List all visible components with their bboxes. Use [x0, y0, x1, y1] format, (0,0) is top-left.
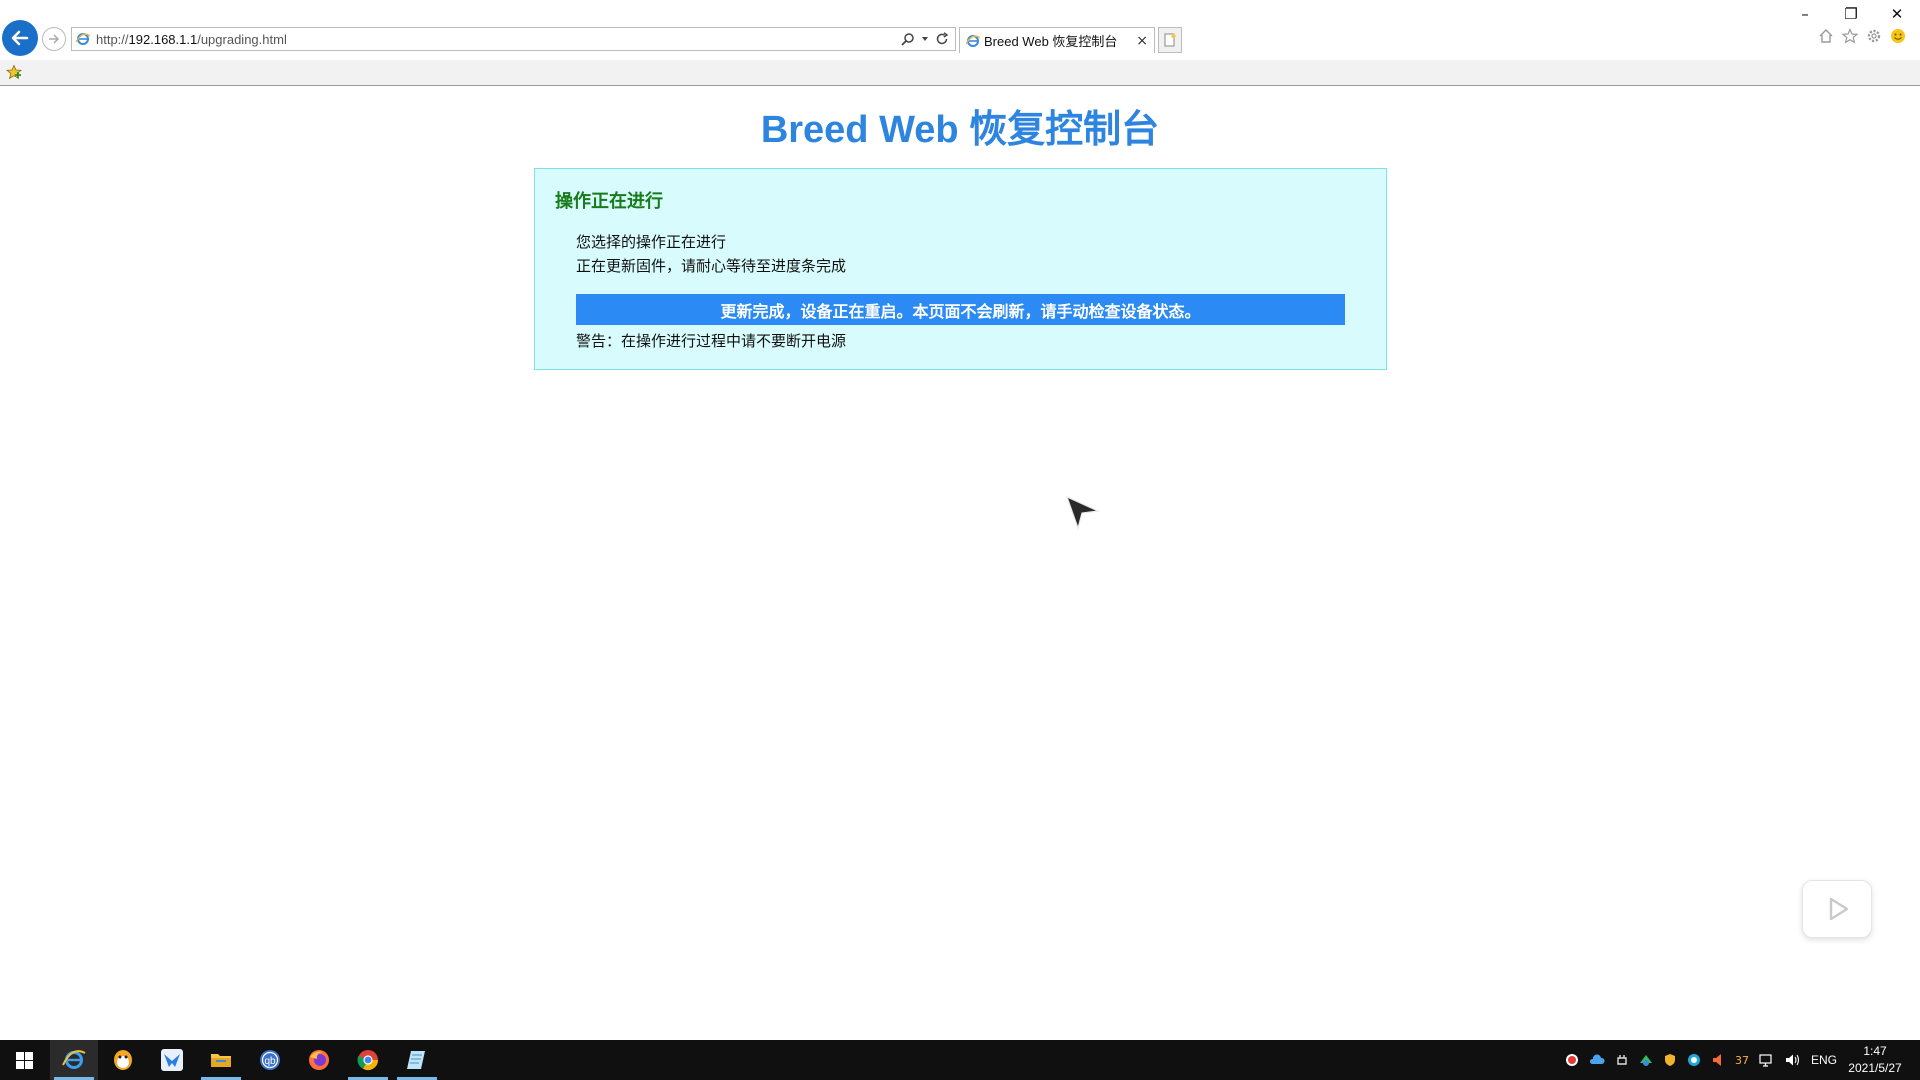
add-favorites-icon[interactable]	[6, 64, 22, 80]
search-icon[interactable]	[901, 32, 915, 46]
close-button[interactable]: ✕	[1874, 0, 1920, 28]
taskbar-app-qq[interactable]	[99, 1040, 147, 1080]
url-text[interactable]: http://192.168.1.1/upgrading.html	[96, 32, 901, 47]
qq-penguin-icon	[114, 1050, 132, 1070]
progress-bar: 更新完成，设备正在重启。本页面不会刷新，请手动检查设备状态。	[576, 294, 1345, 325]
new-tab-button[interactable]	[1158, 27, 1182, 53]
forward-button[interactable]	[42, 27, 66, 51]
ie-page-icon	[76, 33, 90, 45]
plugin-icon[interactable]	[1615, 1053, 1629, 1067]
xunlei-bird-icon	[161, 1049, 183, 1071]
new-tab-icon	[1164, 33, 1176, 47]
qbittorrent-icon: qb	[260, 1050, 280, 1070]
language-indicator[interactable]: ENG	[1811, 1053, 1837, 1067]
cloud-sync-icon[interactable]	[1589, 1053, 1605, 1067]
record-icon[interactable]	[1565, 1053, 1579, 1067]
arrow-left-icon	[11, 30, 29, 46]
folder-icon	[211, 1054, 231, 1067]
browser-command-icons	[1818, 28, 1906, 44]
arrow-right-icon	[49, 34, 60, 44]
operation-panel: 操作正在进行 您选择的操作正在进行 正在更新固件，请耐心等待至进度条完成 更新完…	[534, 168, 1387, 370]
url-path: /upgrading.html	[197, 31, 287, 47]
floating-play-button[interactable]	[1802, 880, 1872, 938]
windows-logo-icon	[15, 1051, 33, 1069]
tab-close-button[interactable]: ×	[1136, 33, 1148, 49]
notepad-icon	[407, 1051, 425, 1069]
speaker-app-icon[interactable]	[1711, 1053, 1725, 1067]
restore-button[interactable]: ❐	[1828, 0, 1874, 28]
taskbar-app-qbittorrent[interactable]: qb	[246, 1040, 294, 1080]
gear-icon[interactable]	[1866, 28, 1882, 44]
taskbar-app-firefox[interactable]	[295, 1040, 343, 1080]
system-tray: 37 ENG	[1565, 1040, 1837, 1080]
taskbar-app-notepad[interactable]	[393, 1040, 441, 1080]
operation-status-text: 您选择的操作正在进行	[576, 234, 727, 251]
internet-explorer-icon	[62, 1050, 86, 1069]
home-icon[interactable]	[1818, 28, 1834, 44]
refresh-icon[interactable]	[935, 32, 949, 46]
back-button[interactable]	[2, 20, 38, 56]
svg-text:qb: qb	[264, 1056, 276, 1067]
play-icon	[1829, 897, 1849, 921]
firefox-icon	[309, 1050, 329, 1070]
taskbar-app-xunlei[interactable]	[148, 1040, 196, 1080]
taskbar-app-file-explorer[interactable]	[197, 1040, 245, 1080]
window-controls: – ❐ ✕	[1782, 0, 1920, 28]
address-bar[interactable]: http://192.168.1.1/upgrading.html	[71, 27, 956, 51]
taskbar: qb 37 ENG 1:47 2021/5/27	[0, 1040, 1920, 1080]
url-scheme: http://	[96, 31, 129, 47]
tray-badge-count: 37	[1735, 1053, 1749, 1067]
clock-time: 1:47	[1863, 1044, 1887, 1058]
chevron-down-icon[interactable]	[921, 35, 929, 43]
favorites-star-icon[interactable]	[1842, 28, 1858, 44]
taskbar-app-internet-explorer[interactable]	[50, 1040, 98, 1080]
tab-title: Breed Web 恢复控制台	[984, 34, 1118, 49]
panel-heading: 操作正在进行	[555, 191, 663, 211]
firmware-update-text: 正在更新固件，请耐心等待至进度条完成	[576, 258, 847, 275]
taskbar-app-chrome[interactable]	[344, 1040, 392, 1080]
minimize-button[interactable]: –	[1782, 0, 1828, 28]
progress-bar-text: 更新完成，设备正在重启。本页面不会刷新，请手动检查设备状态。	[720, 303, 1201, 321]
volume-icon[interactable]	[1785, 1053, 1801, 1067]
start-button[interactable]	[0, 1040, 48, 1080]
clock-date: 2021/5/27	[1848, 1061, 1902, 1075]
network-icon[interactable]	[1759, 1053, 1775, 1067]
page-title: Breed Web 恢复控制台	[760, 109, 1160, 151]
tab-breed-web[interactable]: Breed Web 恢复控制台 ×	[959, 27, 1155, 53]
security-shield-icon[interactable]	[1663, 1053, 1677, 1067]
mouse-cursor-icon	[1065, 495, 1100, 530]
chrome-icon	[357, 1050, 379, 1071]
url-host: 192.168.1.1	[128, 31, 198, 47]
ie-page-icon	[966, 34, 980, 47]
favorites-bar	[0, 60, 1920, 86]
browser-tray-icon[interactable]	[1687, 1053, 1701, 1067]
browser-toolbar: http://192.168.1.1/upgrading.html Breed …	[0, 0, 1920, 60]
warning-text: 警告：在操作进行过程中请不要断开电源	[576, 333, 847, 350]
network-app-icon[interactable]	[1639, 1053, 1653, 1067]
taskbar-clock[interactable]: 1:47 2021/5/27	[1840, 1043, 1910, 1077]
smiley-feedback-icon[interactable]	[1890, 28, 1906, 44]
